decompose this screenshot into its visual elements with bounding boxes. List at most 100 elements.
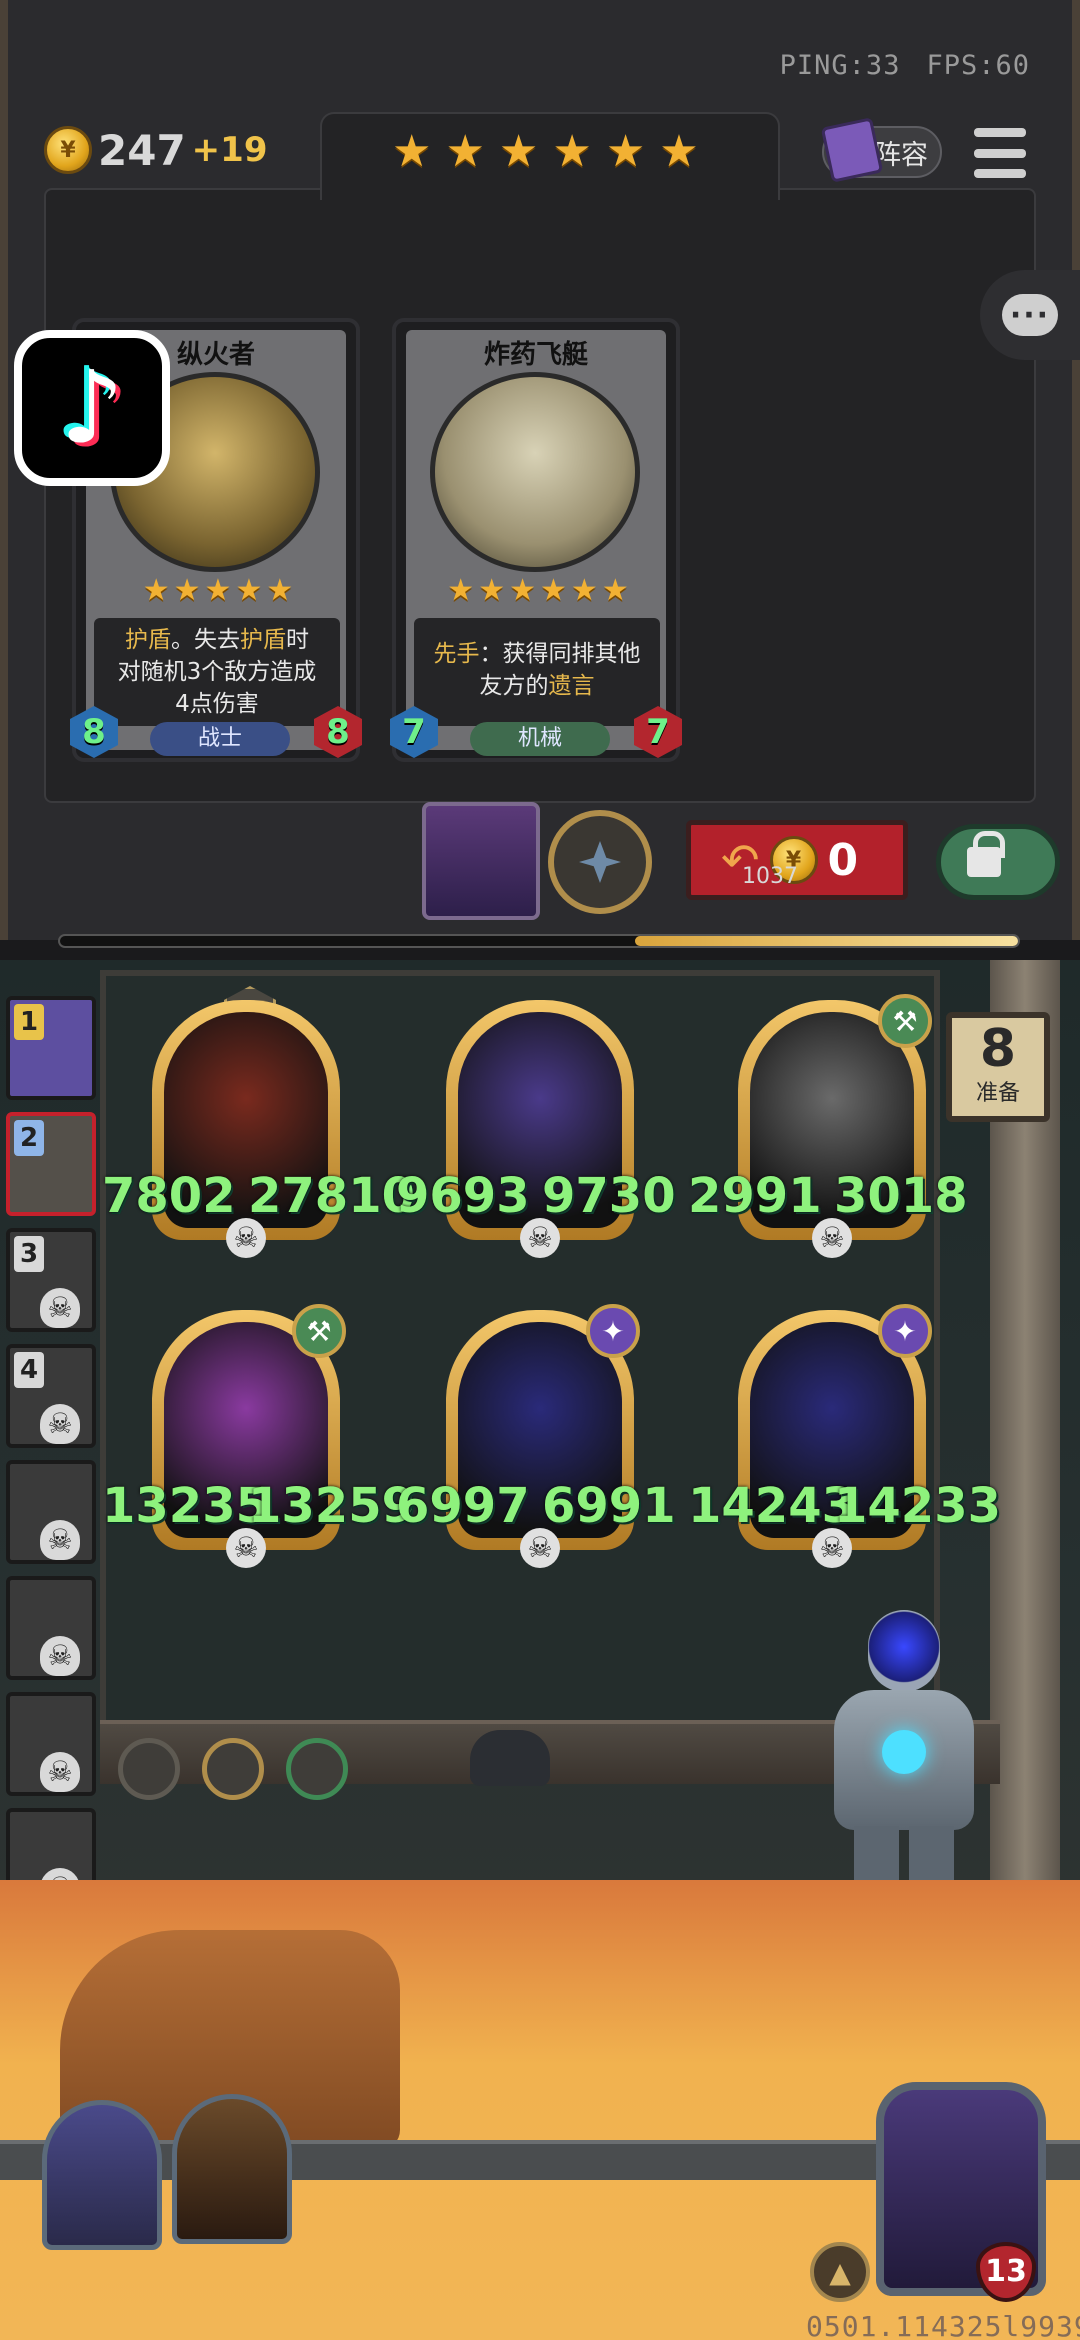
card-star-icon: ★ — [142, 573, 170, 608]
desc-text: ：获得同排其他 — [479, 641, 641, 667]
mech-core — [882, 1730, 926, 1774]
card-star-icon: ★ — [540, 573, 567, 608]
lineup-book-icon — [820, 117, 884, 183]
star-icon: ✦ — [586, 1304, 640, 1358]
hamburger-icon-bar — [974, 148, 1026, 158]
tier-star-icon: ★ — [552, 126, 592, 177]
desc-text: 时 — [286, 627, 309, 653]
card-star-icon: ★ — [173, 573, 201, 608]
skull-icon: ☠ — [226, 1528, 266, 1568]
card-star-icon: ★ — [478, 573, 506, 608]
card-stars: ★ ★ ★ ★ ★ ★ — [424, 574, 652, 608]
network-stats: PING:33 FPS:60 — [754, 50, 1030, 81]
skull-icon: ☠ — [40, 1404, 80, 1444]
wrench-icon: ⚒ — [878, 994, 932, 1048]
card-portrait — [430, 372, 640, 572]
card-star-icon: ★ — [570, 573, 598, 608]
gold-income: +19 — [191, 130, 268, 170]
minion-attack: 6997 — [396, 1478, 530, 1534]
minion-health: 6991 — [542, 1478, 676, 1534]
minion-attack: 13235 — [102, 1478, 269, 1534]
chat-bubble-icon: ··· — [1002, 294, 1058, 336]
turn-timer-fill — [634, 936, 1018, 946]
cat-figurine — [470, 1730, 550, 1786]
tier-star-icon: ★ — [392, 126, 432, 177]
menu-button[interactable] — [974, 128, 1026, 178]
minion-health: 9730 — [542, 1168, 676, 1224]
skull-icon: ☠ — [40, 1288, 80, 1328]
skull-icon: ☠ — [40, 1636, 80, 1676]
keyword-shield: 护盾 — [240, 627, 286, 653]
tier-star-icon: ★ — [605, 126, 646, 177]
shop-card[interactable]: 炸药飞艇 ★ ★ ★ ★ ★ ★ 先手：获得同排其他 友方的遗言 7 机械 7 — [390, 318, 682, 762]
opponent-rank: 1 — [14, 1004, 44, 1040]
ping-readout: PING:33 — [779, 50, 901, 81]
ready-counter: 8 准备 — [946, 1012, 1050, 1122]
minion-attack: 2991 — [688, 1168, 822, 1224]
card-star-icon: ★ — [235, 573, 263, 608]
trinket-slot-icon[interactable] — [202, 1738, 264, 1800]
desc-text: 对随机3个敌方造成 — [117, 659, 317, 685]
card-tribe: 战士 — [150, 722, 290, 756]
skull-icon: ☠ — [812, 1218, 852, 1258]
card-star-icon: ★ — [509, 573, 536, 608]
opponent-portrait[interactable]: ☠ — [6, 1576, 96, 1680]
skull-icon: ☠ — [812, 1528, 852, 1568]
player-uid: 0501.114325l9939 — [806, 2310, 1080, 2340]
gold-coin-icon: ¥ — [44, 126, 92, 174]
card-tribe: 机械 — [470, 722, 610, 756]
minion-health: 14233 — [834, 1478, 1001, 1534]
minion-health: 27810 — [248, 1168, 415, 1224]
tier-star-icon: ★ — [498, 126, 539, 177]
keyword-deathrattle: 遗言 — [548, 673, 595, 699]
opponent-portrait[interactable]: 3 ☠ — [6, 1228, 96, 1332]
tiktok-logo-icon: ♪ — [14, 330, 170, 486]
opponent-portrait[interactable]: ☠ — [6, 1692, 96, 1796]
star-icon: ✦ — [878, 1304, 932, 1358]
opponent-rank: 4 — [14, 1352, 44, 1388]
ready-label: 准备 — [975, 1081, 1020, 1106]
mech-head — [868, 1610, 940, 1692]
refresh-cost: 0 — [827, 834, 859, 886]
opponent-rank: 3 — [14, 1236, 44, 1272]
lock-icon — [967, 831, 1005, 877]
minion-attack: 7802 — [102, 1168, 236, 1224]
desc-text: 4点伤害 — [175, 691, 259, 717]
opponent-rank: 2 — [14, 1120, 44, 1156]
freeze-button[interactable] — [548, 810, 652, 914]
ally-hero-portrait[interactable] — [172, 2094, 292, 2244]
skull-icon: ☠ — [520, 1528, 560, 1568]
trinket-slot-icon[interactable] — [286, 1738, 348, 1800]
hero-power-button[interactable]: ▲ — [810, 2242, 870, 2302]
skull-icon: ☠ — [520, 1218, 560, 1258]
snowflake-icon — [579, 841, 621, 883]
tier-star-icon: ★ — [445, 126, 485, 177]
minion-health: 13259 — [248, 1478, 415, 1534]
opponent-portrait[interactable]: 2 — [6, 1112, 96, 1216]
ready-count: 8 — [979, 1019, 1017, 1079]
keyword-shield: 护盾 — [125, 627, 171, 653]
skull-icon: ☠ — [40, 1520, 80, 1560]
game-screen: PING:33 FPS:60 ¥ 247 +19 ★ ★ ★ ★ ★ ★ 阵容 ··· 纵火… — [0, 0, 1080, 2340]
lock-shop-button[interactable] — [936, 824, 1060, 900]
tavern-tier-stars: ★ ★ ★ ★ ★ ★ — [392, 128, 699, 176]
keyword-first-strike: 先手 — [433, 641, 480, 667]
opponent-portrait[interactable]: 1 — [6, 996, 96, 1100]
turn-timer-bar — [58, 934, 1020, 948]
gold-counter: ¥ 247 +19 — [44, 120, 267, 180]
card-star-icon: ★ — [204, 573, 232, 608]
opponent-list: 123☠4☠☠☠☠☠ — [6, 996, 96, 1912]
minion-attack: 9693 — [396, 1168, 530, 1224]
minion-health: 3018 — [834, 1168, 968, 1224]
opponent-portrait[interactable]: ☠ — [6, 1460, 96, 1564]
ally-hero-portrait[interactable] — [42, 2100, 162, 2250]
card-description: 护盾。失去护盾时 对随机3个敌方造成 4点伤害 — [94, 618, 340, 726]
card-star-icon: ★ — [447, 573, 475, 608]
opponent-portrait[interactable]: 4 ☠ — [6, 1344, 96, 1448]
chat-button[interactable]: ··· — [980, 270, 1080, 360]
hero-skin-button[interactable] — [422, 802, 540, 920]
hamburger-icon-bar — [974, 128, 1026, 137]
skull-icon: ☠ — [226, 1218, 266, 1258]
trinket-slot-icon[interactable] — [118, 1738, 180, 1800]
gold-amount: 247 — [98, 125, 186, 175]
